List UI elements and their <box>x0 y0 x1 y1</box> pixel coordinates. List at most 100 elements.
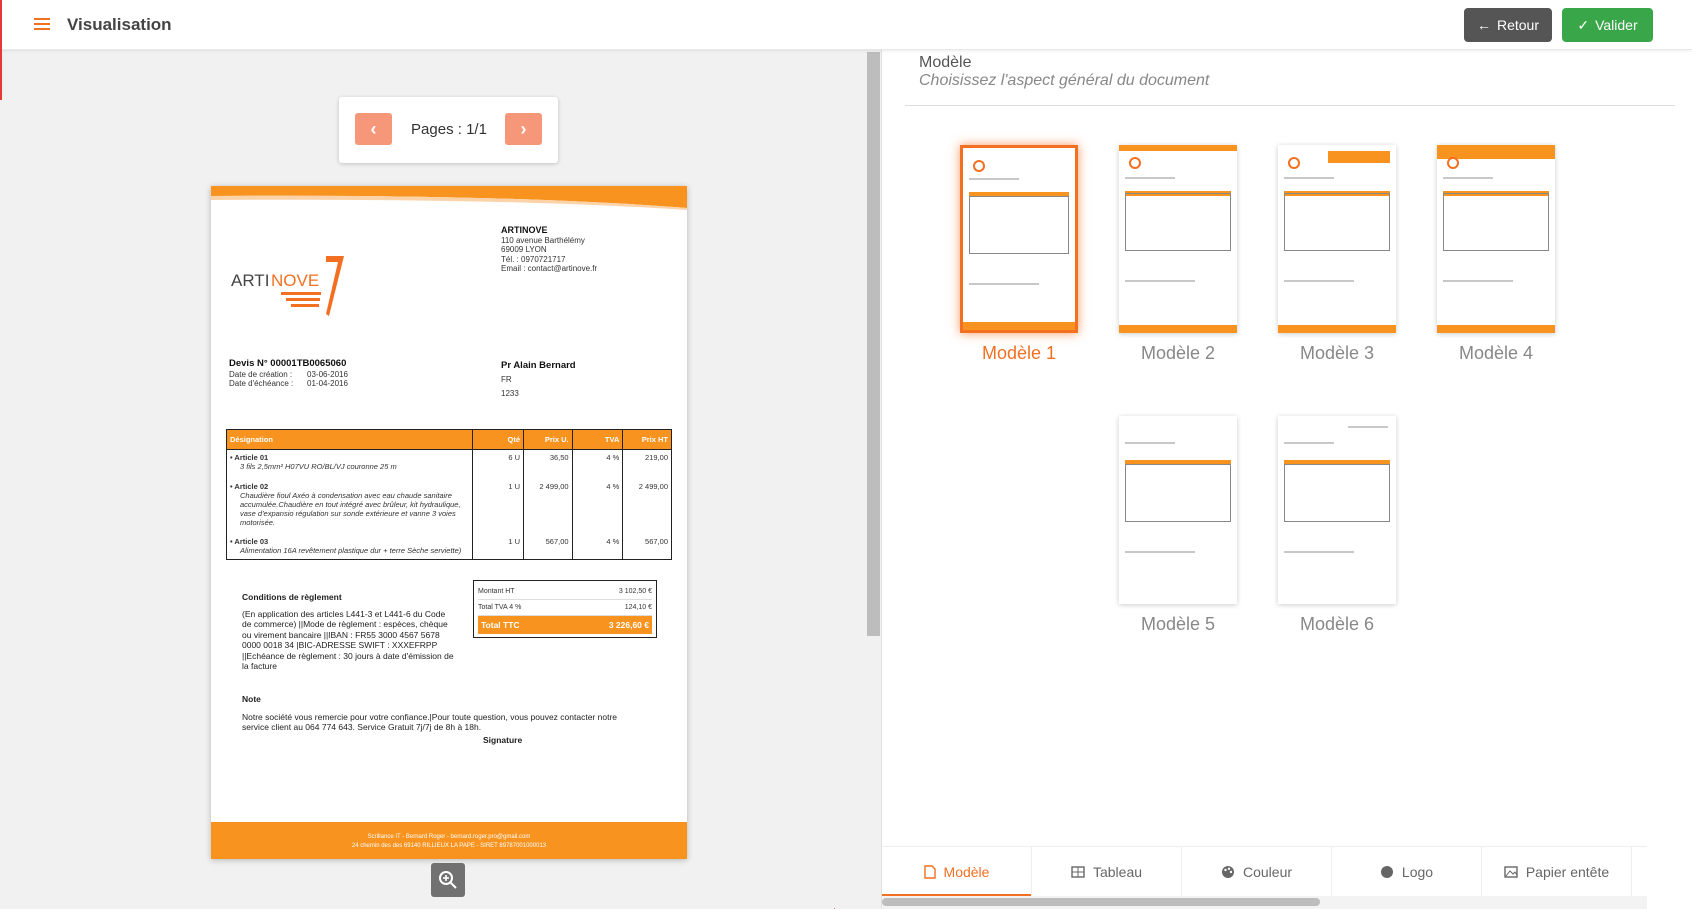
section-subtitle: Choisissez l'aspect général du document <box>919 72 1210 89</box>
document-preview: ARTI NOVE ARTINOVE 110 avenue Barthélémy… <box>211 186 687 859</box>
section-title: Modèle <box>919 54 972 71</box>
model-thumbnail <box>1437 145 1555 333</box>
devis-block: Devis N° 00001TB0065060 Date de création… <box>229 359 385 388</box>
total-ttc-row: Total TTC 3 226,60 € <box>478 616 652 634</box>
item-qty: 1 U <box>472 533 524 560</box>
accent-strip <box>0 0 2 100</box>
item-total: 567,00 <box>622 533 672 560</box>
footer-line-2: 24 chemin des des 69140 RILLIEUX LA PAPE… <box>351 843 547 849</box>
header-unit-price: Prix U. <box>523 429 573 450</box>
creation-label: Date de création : <box>229 370 293 379</box>
header-total-ht: Prix HT <box>622 429 672 450</box>
header-tva: TVA <box>571 429 624 450</box>
item-price: 36,50 <box>523 449 573 479</box>
tab-tableau[interactable]: Tableau <box>1032 847 1182 897</box>
model-1-option[interactable]: Modèle 1 <box>949 145 1089 364</box>
preview-vertical-scrollbar[interactable] <box>867 50 881 909</box>
table-icon <box>1071 866 1085 878</box>
tab-logo[interactable]: Logo <box>1332 847 1482 897</box>
tab-modele[interactable]: Modèle <box>882 847 1032 897</box>
item-name: • Article 03 <box>230 536 269 546</box>
circle-icon <box>1380 866 1393 878</box>
item-name: • Article 02 <box>230 481 269 491</box>
note-block: Note Notre société vous remercie pour vo… <box>242 694 642 733</box>
top-bar: Visualisation ← Retour ✓ Valider <box>0 0 1692 100</box>
company-email: Email : contact@artinove.fr <box>501 264 598 273</box>
model-6-option[interactable]: Modèle 6 <box>1267 416 1407 635</box>
client-name: Pr Alain Bernard <box>501 360 576 371</box>
header-designation: Désignation <box>225 429 474 450</box>
tab-couleur[interactable]: Couleur <box>1182 847 1332 897</box>
previous-page-button[interactable]: ‹ <box>355 113 392 145</box>
model-thumbnail <box>960 145 1078 333</box>
echeance-label: Date d'échéance : <box>229 379 294 388</box>
item-price: 567,00 <box>523 533 573 560</box>
table-row: • Article 03 Alimentation 16A revêtement … <box>225 533 672 560</box>
model-4-option[interactable]: Modèle 4 <box>1426 145 1566 364</box>
settings-tabs: Modèle Tableau Couleur Logo Papier entêt… <box>882 846 1647 897</box>
valider-button[interactable]: ✓ Valider <box>1562 8 1653 42</box>
total-tva-value: 124,10 € <box>624 604 652 611</box>
devis-number: Devis N° 00001TB0065060 <box>229 358 347 369</box>
tab-label: Tableau <box>1092 864 1143 880</box>
arrow-left-icon: ← <box>1476 17 1491 33</box>
echeance-value: 01-04-2016 <box>307 379 348 388</box>
zoom-in-icon <box>439 871 457 889</box>
scrollbar-thumb[interactable] <box>882 898 1320 906</box>
model-label: Modèle 2 <box>1140 343 1216 363</box>
conditions-text: (En application des articles L441-3 et L… <box>242 608 454 672</box>
tab-label: Modèle <box>943 864 990 880</box>
item-tva: 4 % <box>571 533 624 560</box>
preview-panel: ‹ Pages : 1/1 › ARTI NOVE ARTINOVE 110 a… <box>0 50 867 909</box>
palette-icon <box>1221 866 1234 878</box>
item-description: Chaudière fioul Axéo à condensation avec… <box>240 490 461 527</box>
model-5-option[interactable]: Modèle 5 <box>1108 416 1248 635</box>
file-icon <box>923 865 936 879</box>
scrollbar-thumb[interactable] <box>867 52 880 636</box>
model-3-option[interactable]: Modèle 3 <box>1267 145 1407 364</box>
item-qty: 1 U <box>472 478 524 534</box>
model-2-option[interactable]: Modèle 2 <box>1108 145 1248 364</box>
tab-papier-entete[interactable]: Papier entête <box>1482 847 1632 897</box>
tab-label: Logo <box>1401 864 1434 880</box>
items-table: Désignation Qté Prix U. TVA Prix HT • Ar… <box>225 429 672 560</box>
totals-box: Montant HT 3 102,50 € Total TVA 4 % 124,10… <box>473 580 657 638</box>
company-phone: Tél. : 0970721717 <box>501 254 566 264</box>
model-label: Modèle 1 <box>981 343 1057 363</box>
item-price: 2 499,00 <box>523 478 573 534</box>
tabs-horizontal-scrollbar[interactable] <box>882 896 1647 909</box>
model-thumbnail <box>1278 145 1396 333</box>
tab-label: Papier entête <box>1525 864 1610 880</box>
pager: ‹ Pages : 1/1 › <box>339 97 558 163</box>
company-address: 110 avenue Barthélémy <box>501 235 585 245</box>
item-total: 219,00 <box>622 449 672 479</box>
model-label: Modèle 6 <box>1299 614 1375 634</box>
header-qty: Qté <box>472 429 524 450</box>
item-qty: 6 U <box>472 449 524 479</box>
item-tva: 4 % <box>571 449 624 479</box>
hamburger-menu-icon[interactable] <box>34 18 50 32</box>
client-block: Pr Alain Bernard FR 1233 <box>501 359 576 401</box>
header-wave <box>211 186 687 210</box>
chevron-left-icon: ‹ <box>370 118 377 139</box>
client-country: FR <box>501 375 512 384</box>
total-ttc-value: 3 226,60 € <box>608 620 649 630</box>
company-name: ARTINOVE <box>501 225 548 235</box>
table-row: • Article 02 Chaudière fioul Axéo à conde… <box>225 478 672 534</box>
model-thumbnail <box>1119 416 1237 604</box>
signature-label: Signature <box>483 735 523 745</box>
table-row: • Article 01 3 fils 2,5mm² H07VU RO/BL/VJ… <box>225 449 672 479</box>
section-divider <box>905 105 1675 106</box>
retour-label: Retour <box>1496 17 1540 33</box>
zoom-button[interactable] <box>431 863 465 897</box>
image-icon <box>1504 866 1518 878</box>
model-label: Modèle 3 <box>1299 343 1375 363</box>
item-description: 3 fils 2,5mm² H07VU RO/BL/VJ couronne 25… <box>240 462 397 471</box>
page-title: Visualisation <box>67 15 172 34</box>
retour-button[interactable]: ← Retour <box>1464 8 1552 42</box>
next-page-button[interactable]: › <box>505 113 542 145</box>
conditions-title: Conditions de règlement <box>242 592 342 602</box>
chevron-right-icon: › <box>520 118 527 139</box>
total-ttc-label: Total TTC <box>481 620 520 630</box>
model-selection-panel: Modèle Choisissez l'aspect général du do… <box>882 50 1692 909</box>
